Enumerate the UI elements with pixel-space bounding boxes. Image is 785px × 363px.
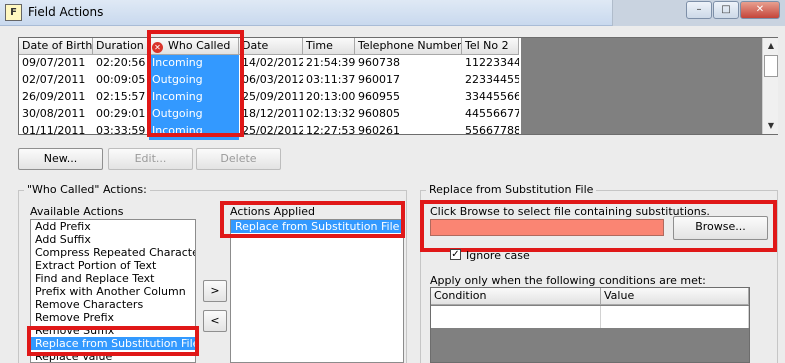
actions-applied-list[interactable]: Replace from Substitution File	[230, 219, 404, 363]
ignore-case-checkbox[interactable]: ✓	[450, 249, 461, 260]
grid-cell[interactable]: 55667788	[462, 123, 519, 140]
grid-cell[interactable]: 25/02/2012	[239, 123, 303, 140]
available-action-item[interactable]: Add Prefix	[31, 220, 195, 233]
actions-group-title: "Who Called" Actions:	[24, 183, 150, 196]
field-actions-icon: F	[5, 4, 22, 21]
available-action-item[interactable]: Remove Prefix	[31, 311, 195, 324]
scroll-thumb[interactable]	[764, 55, 778, 77]
available-action-item[interactable]: Remove Characters	[31, 298, 195, 311]
grid-vertical-scrollbar[interactable]: ▲ ▼	[762, 38, 778, 134]
grid-cell[interactable]: 26/09/2011	[19, 89, 93, 106]
column-header-time[interactable]: Time	[303, 38, 355, 55]
grid-cell[interactable]: 06/03/2012	[239, 72, 303, 89]
grid-cell[interactable]: 03:33:59	[93, 123, 149, 140]
available-action-item[interactable]: Compress Repeated Characters	[31, 246, 195, 259]
column-header-label: Date	[242, 39, 269, 52]
column-header-telephone-number[interactable]: Telephone Number	[355, 38, 462, 55]
grid-cell[interactable]: 00:09:05	[93, 72, 149, 89]
column-header-tel-no-2[interactable]: Tel No 2	[462, 38, 519, 55]
delete-button[interactable]: Delete	[196, 148, 281, 170]
value-cell[interactable]	[601, 306, 749, 328]
remove-action-button[interactable]: <	[203, 310, 227, 332]
conditions-label: Apply only when the following conditions…	[430, 274, 706, 287]
column-header-label: Date of Birth	[22, 39, 93, 52]
window-title: Field Actions	[28, 5, 104, 19]
data-grid[interactable]: Date of Birth Duration ✕ Who Called Date Time…	[18, 37, 778, 140]
column-header-label: Tel No 2	[465, 39, 509, 52]
available-action-item[interactable]: Prefix with Another Column	[31, 285, 195, 298]
condition-cell[interactable]	[431, 306, 601, 328]
grid-cell[interactable]: 30/08/2011	[19, 106, 93, 123]
grid-cell[interactable]: 02:13:32	[303, 106, 355, 123]
column-header-date[interactable]: Date	[239, 38, 303, 55]
column-header-duration[interactable]: Duration	[93, 38, 149, 55]
grid-cell[interactable]: 09/07/2011	[19, 55, 93, 72]
who-called-highlight	[147, 30, 244, 137]
grid-cell[interactable]: 02/07/2011	[19, 72, 93, 89]
substitution-file-highlight	[420, 200, 777, 252]
grid-cell[interactable]: 01/11/2011	[19, 123, 93, 140]
title-bar: F Field Actions – □ ✕	[0, 0, 785, 26]
available-action-item[interactable]: Extract Portion of Text	[31, 259, 195, 272]
grid-cell[interactable]: 02:15:57	[93, 89, 149, 106]
grid-cell[interactable]: 960955	[355, 89, 462, 106]
new-button[interactable]: New...	[18, 148, 103, 170]
value-column-header[interactable]: Value	[601, 288, 749, 305]
grid-cell[interactable]: 960017	[355, 72, 462, 89]
add-action-button[interactable]: >	[203, 280, 227, 302]
ignore-case-label: Ignore case	[466, 249, 530, 262]
grid-cell[interactable]: 960261	[355, 123, 462, 140]
grid-cell[interactable]: 18/12/2011	[239, 106, 303, 123]
grid-cell[interactable]: 33445566	[462, 89, 519, 106]
available-action-item[interactable]: Find and Replace Text	[31, 272, 195, 285]
condition-column-header[interactable]: Condition	[431, 288, 601, 305]
substitution-group-title: Replace from Substitution File	[426, 183, 597, 196]
grid-cell[interactable]: 960738	[355, 55, 462, 72]
column-header-label: Duration	[96, 39, 144, 52]
column-header-label: Time	[306, 39, 333, 52]
minimize-button[interactable]: –	[686, 1, 712, 19]
column-header-date-of-birth[interactable]: Date of Birth	[19, 38, 93, 55]
scroll-down-icon[interactable]: ▼	[764, 119, 778, 133]
maximize-button[interactable]: □	[713, 1, 739, 19]
close-button[interactable]: ✕	[740, 1, 780, 19]
grid-cell[interactable]: 12:27:53	[303, 123, 355, 140]
replace-action-highlight	[27, 326, 199, 356]
available-actions-label: Available Actions	[30, 205, 124, 218]
grid-cell[interactable]: 00:29:01	[93, 106, 149, 123]
edit-button[interactable]: Edit...	[108, 148, 193, 170]
actions-applied-highlight	[220, 201, 405, 238]
grid-cell[interactable]: 44556677	[462, 106, 519, 123]
grid-cell[interactable]: 11223344	[462, 55, 519, 72]
grid-cell[interactable]: 03:11:37	[303, 72, 355, 89]
grid-body: Date of Birth Duration ✕ Who Called Date Time…	[19, 38, 521, 140]
grid-cell[interactable]: 21:54:39	[303, 55, 355, 72]
scroll-up-icon[interactable]: ▲	[764, 39, 778, 53]
grid-cell[interactable]: 02:20:56	[93, 55, 149, 72]
grid-cell[interactable]: 25/09/2011	[239, 89, 303, 106]
conditions-grid[interactable]: Condition Value	[430, 287, 750, 363]
grid-cell[interactable]: 22334455	[462, 72, 519, 89]
column-header-label: Telephone Number	[358, 39, 462, 52]
grid-cell[interactable]: 14/02/2012	[239, 55, 303, 72]
available-action-item[interactable]: Add Suffix	[31, 233, 195, 246]
grid-cell[interactable]: 20:13:00	[303, 89, 355, 106]
grid-cell[interactable]: 960805	[355, 106, 462, 123]
